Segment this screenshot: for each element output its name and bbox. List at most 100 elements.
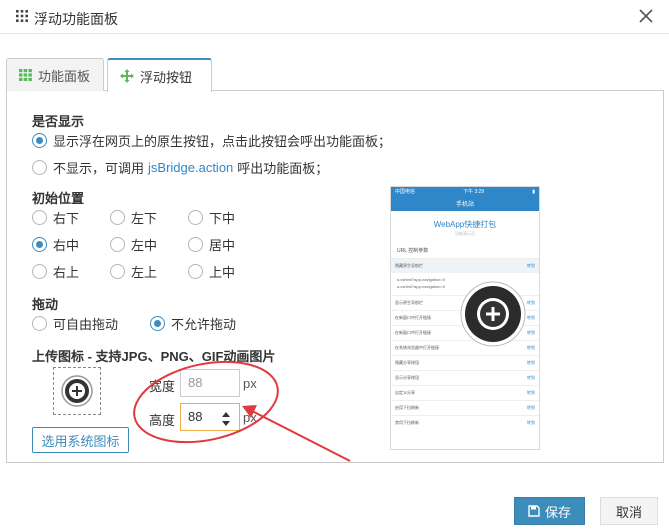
preview-row-label: 隐藏原生导航栏 xyxy=(395,263,423,268)
preview-row-right: 转到 xyxy=(527,300,535,305)
preview-navbar: 手机站 xyxy=(391,196,539,211)
position-section-title: 初始位置 xyxy=(32,191,85,206)
radio-indicator xyxy=(32,237,47,252)
jsbridge-action-link[interactable]: jsBridge.action xyxy=(148,160,233,175)
preview-row-right: 转到 xyxy=(527,330,535,335)
position-option[interactable]: 左下 xyxy=(110,208,157,227)
radio-indicator xyxy=(32,316,47,331)
radio-label: 左中 xyxy=(131,238,158,253)
preview-time: 下午 3:29 xyxy=(463,189,485,195)
display-section-title: 是否显示 xyxy=(32,114,85,129)
grid-icon xyxy=(19,69,32,81)
floppy-disk-icon xyxy=(528,505,540,517)
move-arrows-icon xyxy=(120,69,134,83)
preview-row-label: 禁用下拉刷新 xyxy=(395,420,419,425)
radio-indicator xyxy=(188,210,203,225)
radio-label: 显示浮在网页上的原生按钮，点击此按钮会呼出功能面板； xyxy=(53,134,392,149)
preview-row: 隐藏原生导航栏 转到 xyxy=(391,258,539,273)
preview-status-bar: 中国电信 下午 3:29 ▮ xyxy=(391,187,539,196)
width-label: 宽度 xyxy=(149,379,176,394)
radio-indicator xyxy=(188,264,203,279)
preview-battery: ▮ xyxy=(532,188,535,195)
preview-row: 隐藏分享按钮 转到 xyxy=(391,355,539,370)
preview-row-label: 在新窗口中打开链接 xyxy=(395,315,431,320)
upload-icon-preview[interactable] xyxy=(53,367,101,415)
radio-drag-free[interactable]: 可自由拖动 xyxy=(32,314,118,333)
preview-row-label: 自定义分享 xyxy=(395,390,415,395)
radio-indicator xyxy=(32,210,47,225)
radio-label: 居中 xyxy=(209,238,236,253)
radio-indicator xyxy=(188,237,203,252)
radio-indicator xyxy=(32,160,47,175)
radio-label: 不显示，可调用 xyxy=(53,161,145,176)
radio-label: 右上 xyxy=(53,265,80,280)
position-option[interactable]: 右上 xyxy=(32,262,79,281)
radio-indicator xyxy=(110,264,125,279)
radio-label: 右下 xyxy=(53,211,80,226)
preview-row-right: 转到 xyxy=(527,420,535,425)
number-spinner-icon[interactable] xyxy=(219,408,233,430)
tab-label: 浮动按钮 xyxy=(140,69,193,85)
radio-hide-button[interactable]: 不显示，可调用 jsBridge.action 呼出功能面板； xyxy=(32,158,328,177)
radio-label: 上中 xyxy=(209,265,236,280)
preview-param-title: URL 控制参数 xyxy=(397,248,429,254)
cancel-button[interactable]: 取消 xyxy=(600,497,658,525)
radio-indicator xyxy=(32,133,47,148)
select-system-icon-button[interactable]: 选用系统图标 xyxy=(32,427,129,453)
radio-label: 右中 xyxy=(53,238,80,253)
preview-row: 显示分享按钮 转到 xyxy=(391,370,539,385)
position-option[interactable]: 下中 xyxy=(188,208,235,227)
position-option-selected[interactable]: 右中 xyxy=(32,235,79,254)
preview-brand: WebApp快捷打包 xyxy=(433,220,497,229)
radio-show-button[interactable]: 显示浮在网页上的原生按钮，点击此按钮会呼出功能面板； xyxy=(32,131,391,150)
preview-row-right: 转到 xyxy=(527,405,535,410)
tab-bar: 功能面板 浮动按钮 xyxy=(6,58,664,92)
grid-dots-icon xyxy=(16,10,28,22)
preview-nav-title: 手机站 xyxy=(455,202,474,208)
preview-brand-sub: 功能演示页 xyxy=(455,231,475,236)
preview-row-label: 隐藏分享按钮 xyxy=(395,360,419,365)
preview-row-label: 在新窗口中打开链接 xyxy=(395,330,431,335)
radio-indicator xyxy=(110,210,125,225)
preview-row-label: 显示分享按钮 xyxy=(395,375,419,380)
height-label: 高度 xyxy=(149,413,176,428)
position-option[interactable]: 左中 xyxy=(110,235,157,254)
preview-row-label: 在系统浏览器中打开链接 xyxy=(395,345,439,350)
radio-label: 左上 xyxy=(131,265,158,280)
mobile-preview: 中国电信 下午 3:29 ▮ 手机站 WebApp快捷打包 功能演示页 URL … xyxy=(390,186,540,450)
preview-row-right: 转到 xyxy=(527,315,535,320)
upload-section-title: 上传图标 - 支持JPG、PNG、GIF动画图片 xyxy=(32,349,276,364)
preview-row-right: 转到 xyxy=(527,263,535,268)
preview-row: 启用下拉刷新 转到 xyxy=(391,400,539,415)
position-option[interactable]: 上中 xyxy=(188,262,235,281)
dialog-title: 浮动功能面板 xyxy=(34,11,118,27)
preview-row-label: 启用下拉刷新 xyxy=(395,405,419,410)
radio-label: 可自由拖动 xyxy=(53,317,119,332)
radio-indicator xyxy=(150,316,165,331)
preview-row-label: 显示原生导航栏 xyxy=(395,300,423,305)
drag-section-title: 拖动 xyxy=(32,297,59,312)
plus-circle-icon xyxy=(61,375,93,407)
radio-label: 不允许拖动 xyxy=(171,317,237,332)
radio-label: 下中 xyxy=(209,211,236,226)
preview-carrier: 中国电信 xyxy=(395,189,416,195)
tab-function-panel[interactable]: 功能面板 xyxy=(6,58,104,91)
position-option[interactable]: 右下 xyxy=(32,208,79,227)
tab-floating-button[interactable]: 浮动按钮 xyxy=(107,58,212,92)
preview-row: 自定义分享 转到 xyxy=(391,385,539,400)
save-label: 保存 xyxy=(544,504,571,520)
radio-indicator xyxy=(110,237,125,252)
preview-row-right: 转到 xyxy=(527,345,535,350)
width-input[interactable]: 88 xyxy=(180,369,240,397)
save-button[interactable]: 保存 xyxy=(514,497,585,525)
preview-row: 禁用下拉刷新 转到 xyxy=(391,415,539,430)
radio-label-suffix: 呼出功能面板； xyxy=(237,161,329,176)
close-icon[interactable] xyxy=(637,7,655,25)
position-option[interactable]: 左上 xyxy=(110,262,157,281)
radio-label: 左下 xyxy=(131,211,158,226)
height-unit: px xyxy=(243,410,257,425)
position-option[interactable]: 居中 xyxy=(188,235,235,254)
preview-row-right: 转到 xyxy=(527,375,535,380)
radio-drag-locked[interactable]: 不允许拖动 xyxy=(150,314,236,333)
preview-row-right: 转到 xyxy=(527,360,535,365)
